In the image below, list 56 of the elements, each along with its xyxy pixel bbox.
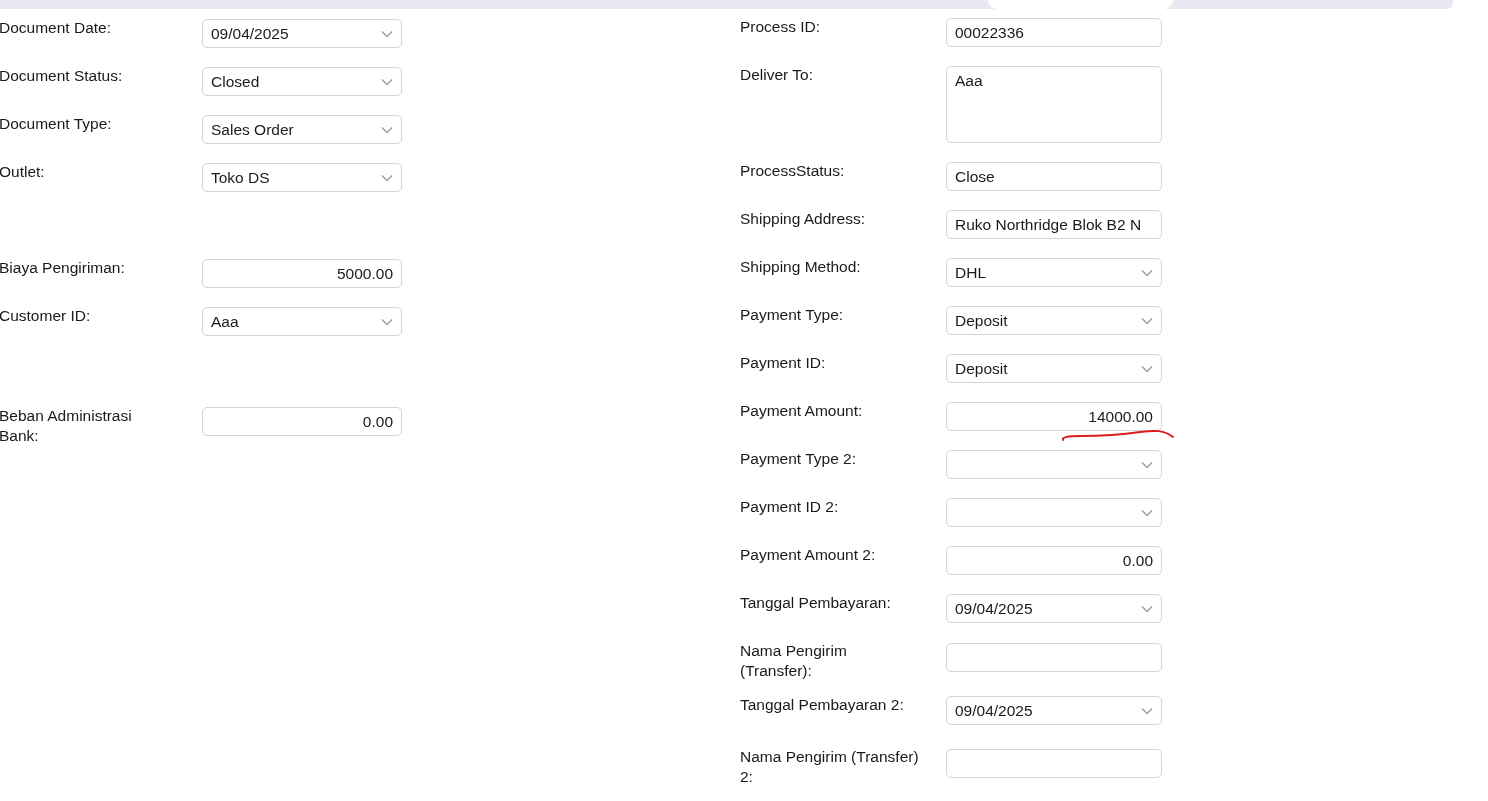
text-field[interactable] [946, 643, 1162, 672]
chevron-down-icon [1141, 604, 1153, 613]
chevron-down-icon [381, 77, 393, 86]
field-label: Beban Administrasi Bank: [0, 406, 133, 446]
field-label: Payment Amount: [740, 401, 864, 421]
field-label: Nama Pengirim (Transfer) 2: [740, 747, 920, 787]
field-label: Payment Amount 2: [740, 545, 877, 565]
text-field[interactable]: Ruko Northridge Blok B2 N [946, 210, 1162, 239]
field-label: Outlet: [0, 162, 46, 182]
field-label: Document Date: [0, 18, 112, 38]
field-label: Tanggal Pembayaran 2: [740, 695, 905, 715]
chevron-down-icon [381, 29, 393, 38]
field-label: Document Status: [0, 66, 124, 86]
dropdown-field[interactable]: Aaa [202, 307, 402, 336]
field-label: Payment ID: [740, 353, 827, 373]
dropdown-field[interactable]: Closed [202, 67, 402, 96]
textarea-field[interactable]: Aaa [946, 66, 1162, 143]
chevron-down-icon [1141, 706, 1153, 715]
chevron-down-icon [1141, 316, 1153, 325]
field-label: Customer ID: [0, 306, 92, 326]
dropdown-field[interactable] [946, 498, 1162, 527]
text-field[interactable] [946, 749, 1162, 778]
chevron-down-icon [1141, 364, 1153, 373]
field-label: Payment Type: [740, 305, 845, 325]
dropdown-field[interactable]: DHL [946, 258, 1162, 287]
chevron-down-icon [1141, 460, 1153, 469]
chevron-down-icon [1141, 268, 1153, 277]
field-label: Tanggal Pembayaran: [740, 593, 892, 613]
field-label: Biaya Pengiriman: [0, 258, 126, 278]
chevron-down-icon [1141, 508, 1153, 517]
number-field[interactable]: 14000.00 [946, 402, 1162, 431]
dropdown-field[interactable]: 09/04/2025 [202, 19, 402, 48]
dropdown-field[interactable]: Deposit [946, 354, 1162, 383]
number-field[interactable]: 5000.00 [202, 259, 402, 288]
chevron-down-icon [381, 173, 393, 182]
field-label: Payment ID 2: [740, 497, 840, 517]
dropdown-field[interactable]: 09/04/2025 [946, 594, 1162, 623]
dropdown-field[interactable]: Sales Order [202, 115, 402, 144]
dropdown-field[interactable]: 09/04/2025 [946, 696, 1162, 725]
field-label: Document Type: [0, 114, 113, 134]
dropdown-field[interactable]: Deposit [946, 306, 1162, 335]
field-label: Shipping Address: [740, 209, 866, 229]
dropdown-field[interactable] [946, 450, 1162, 479]
text-field[interactable]: 00022336 [946, 18, 1162, 47]
field-label: ProcessStatus: [740, 161, 846, 181]
field-label: Nama Pengirim (Transfer): [740, 641, 848, 681]
chevron-down-icon [381, 125, 393, 134]
chevron-down-icon [381, 317, 393, 326]
field-label: Shipping Method: [740, 257, 862, 277]
field-label: Process ID: [740, 17, 822, 37]
field-label: Deliver To: [740, 65, 814, 85]
field-label: Payment Type 2: [740, 449, 858, 469]
dropdown-field[interactable]: Toko DS [202, 163, 402, 192]
text-field[interactable]: Close [946, 162, 1162, 191]
number-field[interactable]: 0.00 [202, 407, 402, 436]
number-field[interactable]: 0.00 [946, 546, 1162, 575]
